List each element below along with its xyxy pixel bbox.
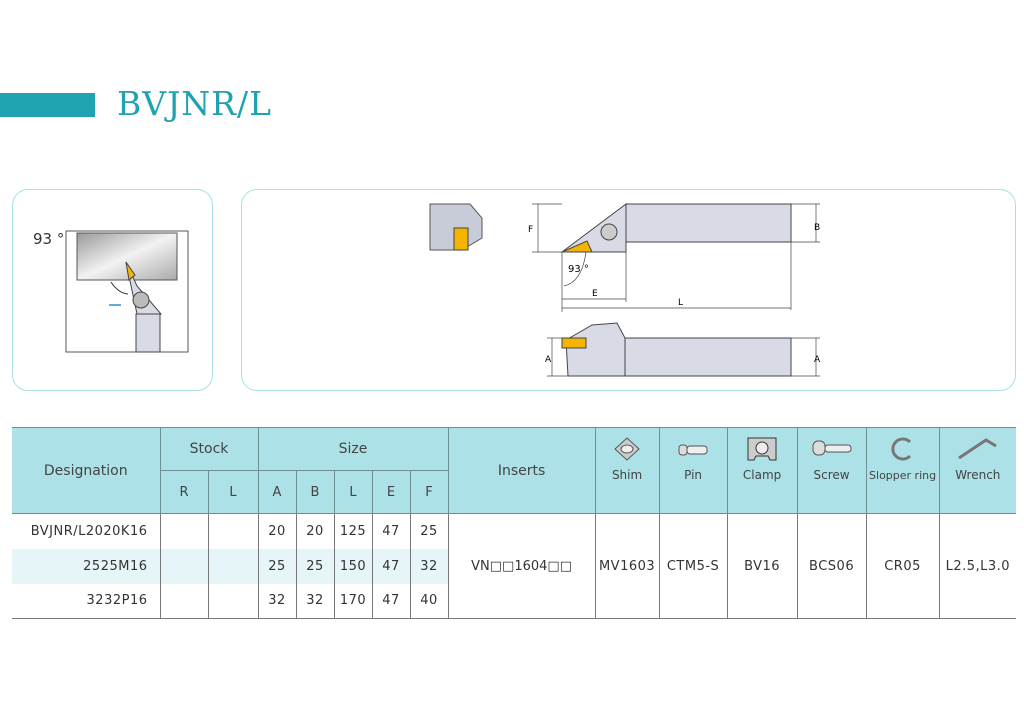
- stock-r-cell: [159, 583, 209, 619]
- page-title: BVJNR/L: [117, 84, 273, 123]
- header-size-e: E: [371, 470, 411, 514]
- ring-icon: [890, 437, 911, 461]
- dim-B: B: [814, 223, 820, 233]
- size-l-cell: 170: [333, 583, 373, 619]
- ring-cell: CR05: [865, 513, 940, 619]
- size-e-cell: 47: [371, 583, 411, 619]
- size-e-cell: 47: [371, 548, 411, 584]
- shim-icon: [614, 437, 640, 461]
- stock-l-cell: [207, 513, 259, 549]
- dim-A-left: A: [545, 355, 552, 365]
- size-b-cell: 20: [295, 513, 335, 549]
- header-size-l: L: [333, 470, 373, 514]
- size-e-cell: 47: [371, 513, 411, 549]
- size-f-cell: 40: [409, 583, 449, 619]
- size-b-cell: 32: [295, 583, 335, 619]
- shim-cell: MV1603: [594, 513, 660, 619]
- size-f-cell: 32: [409, 548, 449, 584]
- dim-E: E: [592, 289, 598, 299]
- insert-cell: VN□□1604□□: [447, 513, 596, 619]
- cutting-angle-diagram: 93 °: [33, 230, 189, 353]
- spec-table: Designation Stock Size Inserts Shim Pin …: [12, 427, 1017, 619]
- screw-cell: BCS06: [796, 513, 867, 619]
- wrench-icon: [957, 438, 997, 460]
- stock-r-cell: [159, 548, 209, 584]
- wrench-cell: L2.5,L3.0: [938, 513, 1017, 619]
- header-stock-l: L: [207, 470, 259, 514]
- dim-angle: 93 °: [568, 264, 589, 275]
- side-view: A A: [545, 322, 821, 377]
- designation-cell: BVJNR/L2020K16: [12, 513, 161, 549]
- size-l-cell: 150: [333, 548, 373, 584]
- dim-F: F: [528, 225, 533, 235]
- header-slopper-ring: Slopper ring: [865, 427, 940, 514]
- dim-A-right: A: [814, 355, 821, 365]
- pin-cell: CTM5-S: [658, 513, 728, 619]
- header-shim: Shim: [594, 427, 660, 514]
- header-pin: Pin: [658, 427, 728, 514]
- header-size-f: F: [409, 470, 449, 514]
- header-clamp: Clamp: [726, 427, 798, 514]
- dim-L: L: [678, 298, 683, 308]
- designation-cell: 3232P16: [12, 583, 161, 619]
- designation-cell: 2525M16: [12, 548, 161, 584]
- angle-label: 93 °: [33, 230, 64, 248]
- clamp-icon: [747, 437, 777, 461]
- dimension-diagram: F B 93 ° E L A A: [429, 203, 821, 377]
- size-l-cell: 125: [333, 513, 373, 549]
- dimension-panel: F B 93 ° E L A A: [241, 189, 1016, 391]
- header-stock-r: R: [159, 470, 209, 514]
- header-inserts: Inserts: [447, 427, 596, 514]
- size-b-cell: 25: [295, 548, 335, 584]
- size-a-cell: 20: [257, 513, 297, 549]
- top-view: F B 93 ° E L: [528, 203, 820, 312]
- size-f-cell: 25: [409, 513, 449, 549]
- header-stock: Stock: [159, 427, 259, 471]
- header-size-a: A: [257, 470, 297, 514]
- screw-icon: [812, 440, 852, 456]
- stock-r-cell: [159, 513, 209, 549]
- header-size: Size: [257, 427, 449, 471]
- header-screw: Screw: [796, 427, 867, 514]
- size-a-cell: 25: [257, 548, 297, 584]
- header-size-b: B: [295, 470, 335, 514]
- stock-l-cell: [207, 583, 259, 619]
- title-accent-bar: [0, 93, 95, 117]
- cutting-angle-panel: 93 °: [12, 189, 213, 391]
- tool-3d-view: [429, 203, 483, 251]
- size-a-cell: 32: [257, 583, 297, 619]
- header-wrench: Wrench: [938, 427, 1017, 514]
- clamp-cell: BV16: [726, 513, 798, 619]
- pin-icon: [678, 444, 708, 456]
- table-row: BVJNR/L2020K16 20 20 125 47 25 VN□□1604□…: [12, 513, 1017, 619]
- header-designation: Designation: [12, 427, 161, 514]
- stock-l-cell: [207, 548, 259, 584]
